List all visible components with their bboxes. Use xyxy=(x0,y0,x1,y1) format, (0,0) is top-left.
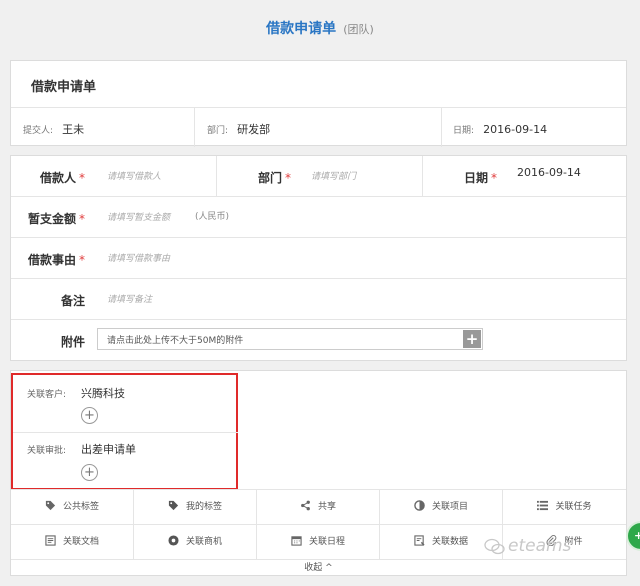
note-input[interactable]: 请填写备注 xyxy=(107,292,152,305)
dept-label: 部门: xyxy=(207,126,229,136)
column-divider xyxy=(422,156,423,196)
amount-input[interactable]: 请填写暂支金额 xyxy=(107,210,170,223)
share-icon xyxy=(301,500,310,511)
form-row-reason: 借款事由 * 请填写借款事由 xyxy=(11,237,626,278)
submitter-cell: 提交人: 王未 xyxy=(23,108,84,147)
my-tag-button[interactable]: 我的标签 xyxy=(134,489,257,524)
date-input[interactable]: 2016-09-14 xyxy=(517,166,581,179)
column-divider xyxy=(216,156,217,196)
link-document-button[interactable]: 关联文档 xyxy=(11,524,134,559)
form-title: 借款申请单 xyxy=(31,80,97,95)
date-label: 日期: xyxy=(453,126,475,136)
form-row-note: 备注 请填写备注 xyxy=(11,278,626,319)
divider xyxy=(13,432,238,433)
attachment-hint: 请点击此处上传不大于50M的附件 xyxy=(107,336,244,346)
linked-approval: 关联审批: 出差申请单 + xyxy=(27,439,227,487)
meta-divider xyxy=(194,108,195,147)
linked-customer-value[interactable]: 兴腾科技 xyxy=(81,385,125,401)
linked-approval-label: 关联审批: xyxy=(27,446,67,456)
link-project-button[interactable]: 关联项目 xyxy=(380,489,503,524)
page-title-main: 借款申请单 xyxy=(266,21,337,37)
date-value: 2016-09-14 xyxy=(483,123,548,136)
required-mark: * xyxy=(79,212,85,226)
reason-input[interactable]: 请填写借款事由 xyxy=(107,251,170,264)
add-customer-button[interactable]: + xyxy=(81,407,98,424)
list-icon xyxy=(537,500,549,511)
required-mark: * xyxy=(491,171,497,185)
amount-unit: (人民币) xyxy=(195,212,230,222)
upload-plus-button[interactable]: + xyxy=(463,330,481,348)
add-approval-button[interactable]: + xyxy=(81,464,98,481)
date-cell: 日期: 2016-09-14 xyxy=(453,108,547,147)
submitter-value: 王未 xyxy=(62,123,85,136)
borrower-label: 借款人 * xyxy=(39,171,85,185)
link-task-button[interactable]: 关联任务 xyxy=(503,489,626,524)
tag-icon xyxy=(45,500,56,511)
linked-customer: 关联客户: 兴腾科技 + xyxy=(27,383,227,431)
form-row-attachment: 附件 请点击此处上传不大于50M的附件 + xyxy=(11,319,626,360)
required-mark: * xyxy=(79,171,85,185)
link-schedule-button[interactable]: 关联日程 xyxy=(257,524,380,559)
borrower-input[interactable]: 请填写借款人 xyxy=(107,169,161,182)
required-mark: * xyxy=(285,171,291,185)
linked-customer-label: 关联客户: xyxy=(27,390,67,400)
calendar-icon xyxy=(291,536,302,546)
form-panel: 借款人 * 请填写借款人 部门 * 请填写部门 日期 * 2016-09-14 暂支金… xyxy=(10,155,627,361)
data-icon xyxy=(414,535,425,546)
tag-filled-icon xyxy=(168,500,179,511)
document-icon xyxy=(45,535,56,546)
public-tag-button[interactable]: 公共标签 xyxy=(11,489,134,524)
floating-action-button[interactable]: +1 xyxy=(626,521,640,551)
submitter-label: 提交人: xyxy=(23,126,54,136)
meta-row: 提交人: 王未 部门: 研发部 日期: 2016-09-14 xyxy=(11,107,626,147)
watermark-logo: eteams xyxy=(508,536,572,556)
required-mark: * xyxy=(79,253,85,267)
meta-divider xyxy=(441,108,442,147)
linked-approval-value[interactable]: 出差申请单 xyxy=(81,441,136,457)
date-field-label: 日期 * xyxy=(463,171,497,185)
share-button[interactable]: 共享 xyxy=(257,489,380,524)
dept-value: 研发部 xyxy=(237,123,271,136)
dept-input[interactable]: 请填写部门 xyxy=(311,169,356,182)
attachment-label: 附件 xyxy=(60,335,85,349)
reason-label: 借款事由 * xyxy=(27,253,85,267)
page-title-sub: (团队) xyxy=(343,23,374,36)
dept-field-label: 部门 * xyxy=(257,171,291,185)
collapse-button[interactable]: 收起 ^ xyxy=(11,559,626,576)
dept-cell: 部门: 研发部 xyxy=(207,108,270,147)
form-row-borrower: 借款人 * 请填写借款人 部门 * 请填写部门 日期 * 2016-09-14 xyxy=(11,156,626,196)
header-panel: 借款申请单 提交人: 王未 部门: 研发部 日期: 2016-09-14 xyxy=(10,60,627,147)
amount-label: 暂支金额 * xyxy=(27,212,85,226)
page-title: 借款申请单 (团队) xyxy=(0,0,640,56)
highlight-box: 关联客户: 兴腾科技 + 关联审批: 出差申请单 + xyxy=(11,373,238,490)
target-icon xyxy=(168,535,179,546)
form-row-amount: 暂支金额 * 请填写暂支金额 (人民币) xyxy=(11,196,626,237)
attachment-upload[interactable]: 请点击此处上传不大于50M的附件 + xyxy=(97,328,483,350)
link-opportunity-button[interactable]: 关联商机 xyxy=(134,524,257,559)
note-label: 备注 xyxy=(60,294,85,308)
pie-icon xyxy=(414,500,425,511)
wechat-icon xyxy=(484,538,505,555)
